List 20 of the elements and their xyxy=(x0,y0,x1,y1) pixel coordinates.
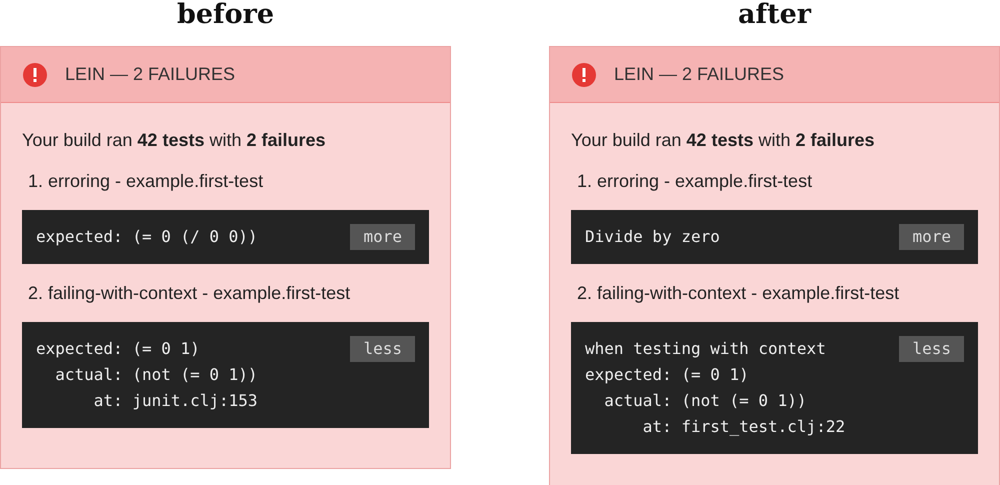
panel-caption: before xyxy=(176,0,276,32)
summary-text: Your build ran 42 tests with 2 failures xyxy=(22,129,327,152)
code-text: when testing with context expected: (= 0 1) actual: (not (= 0 1)) at: first_test.clj:22 xyxy=(585,338,846,438)
failure-label: 2. failing-with-context - example.first-test xyxy=(576,282,900,305)
error-icon xyxy=(572,62,596,86)
header-title: LEIN — 2 FAILURES xyxy=(614,63,784,86)
toggle-button[interactable]: less xyxy=(899,336,964,362)
failure-label: 1. erroring - example.first-test xyxy=(27,170,264,193)
header-title: LEIN — 2 FAILURES xyxy=(65,63,236,86)
error-icon xyxy=(23,62,47,86)
toggle-button[interactable]: less xyxy=(350,336,415,362)
code-text: expected: (= 0 (/ 0 0)) xyxy=(36,226,258,248)
code-text: Divide by zero xyxy=(585,226,720,248)
toggle-button[interactable]: more xyxy=(899,224,964,250)
failure-label: 2. failing-with-context - example.first-test xyxy=(27,282,352,305)
panel-caption: after xyxy=(737,0,812,32)
toggle-button[interactable]: more xyxy=(350,224,415,250)
summary-text: Your build ran 42 tests with 2 failures xyxy=(571,129,876,152)
code-text: expected: (= 0 1) actual: (not (= 0 1)) at: junit.clj:153 xyxy=(36,338,258,412)
failure-label: 1. erroring - example.first-test xyxy=(576,170,814,193)
